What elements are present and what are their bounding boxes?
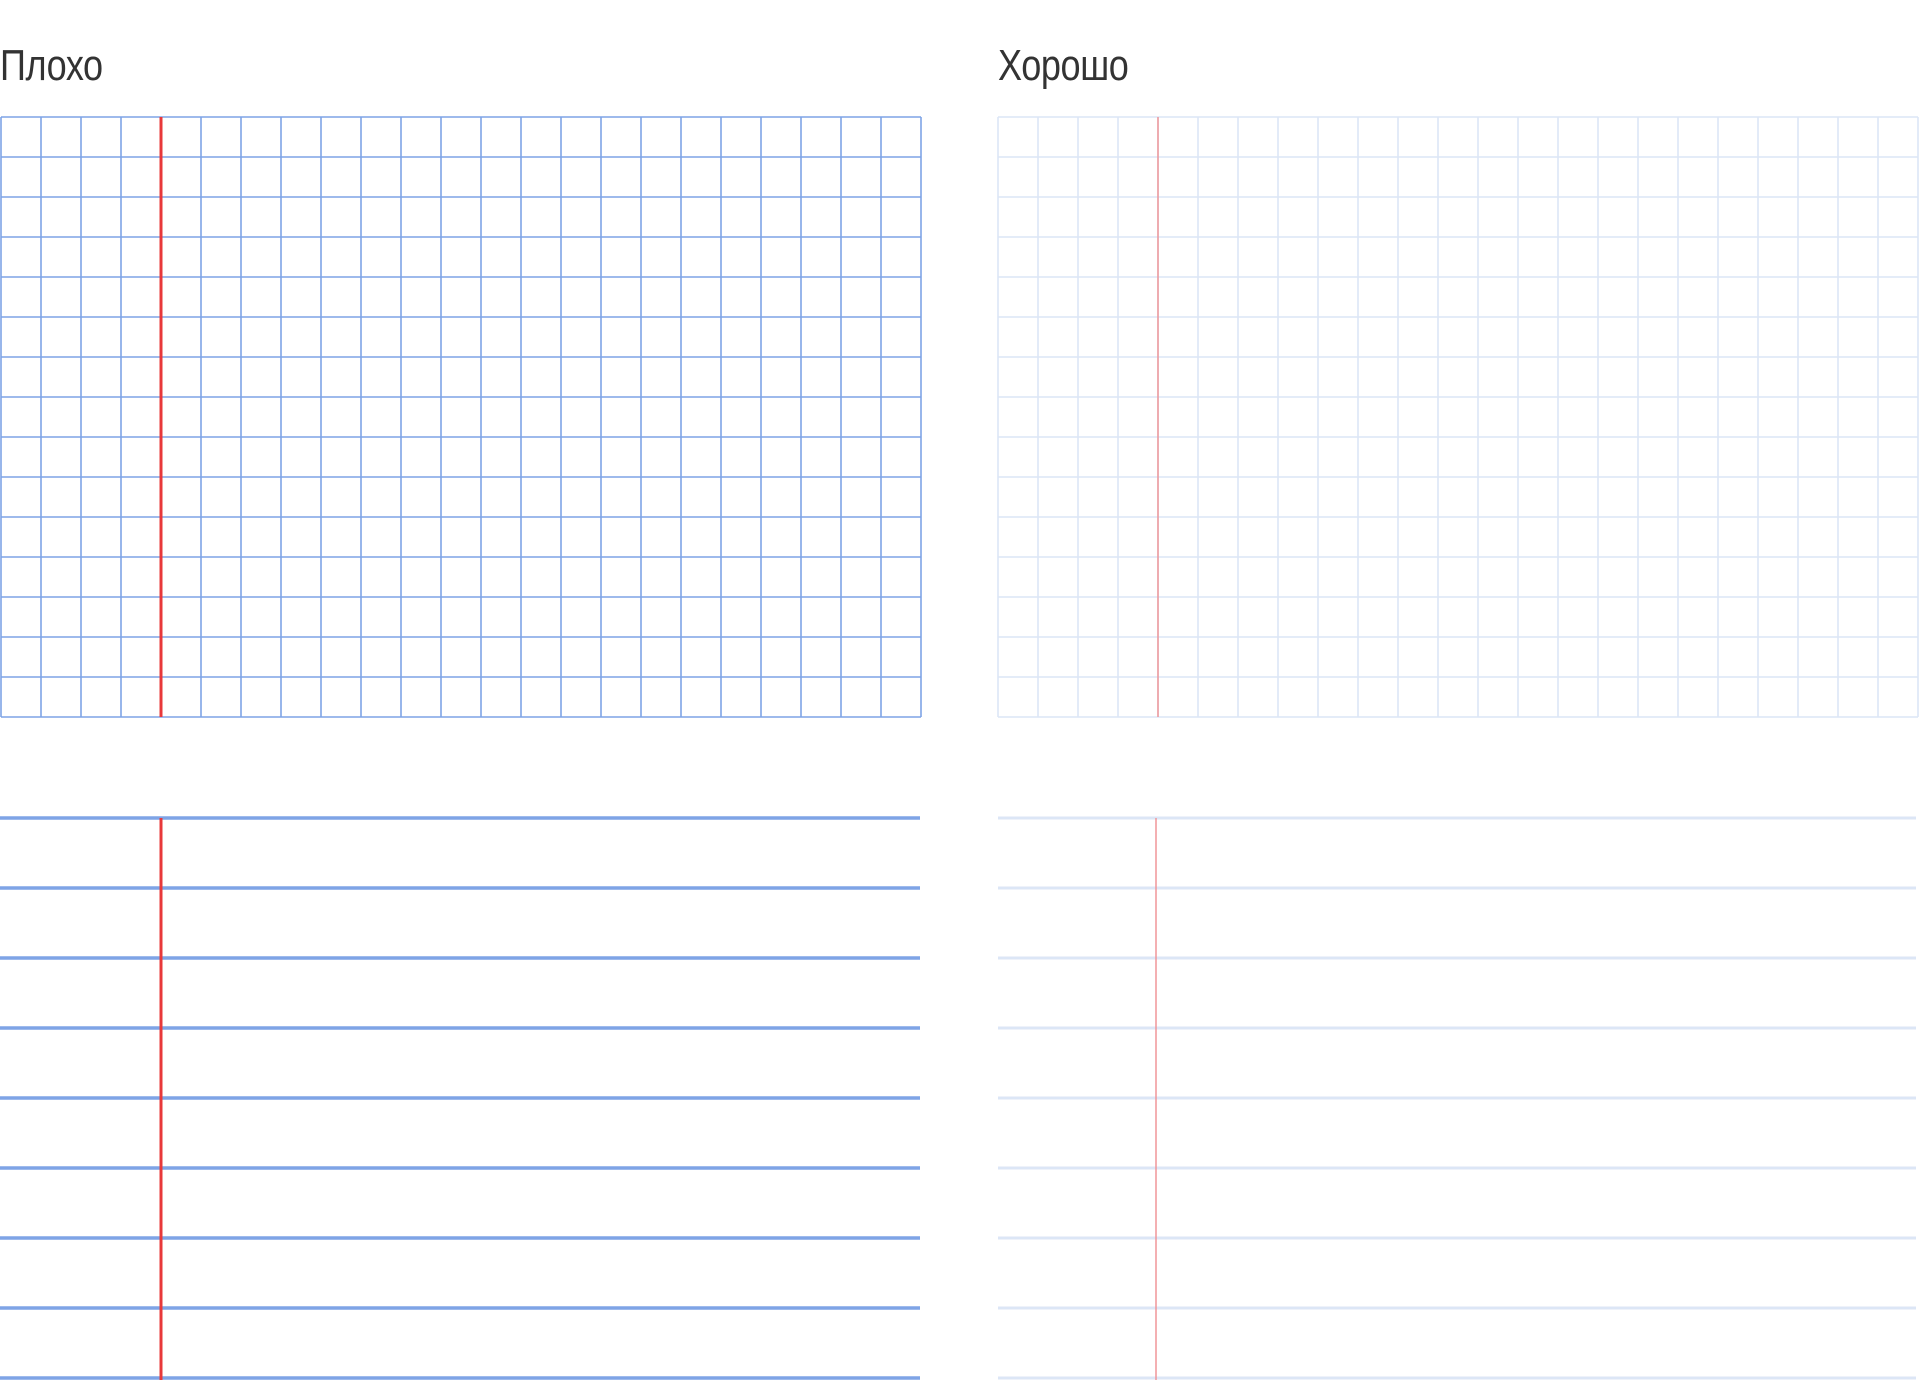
paper-samples <box>0 116 1919 1380</box>
lined-paper-bad <box>0 816 920 1380</box>
grid-paper-bad <box>0 116 922 718</box>
grid-paper-good <box>997 116 1919 718</box>
lined-paper-good <box>998 816 1916 1380</box>
